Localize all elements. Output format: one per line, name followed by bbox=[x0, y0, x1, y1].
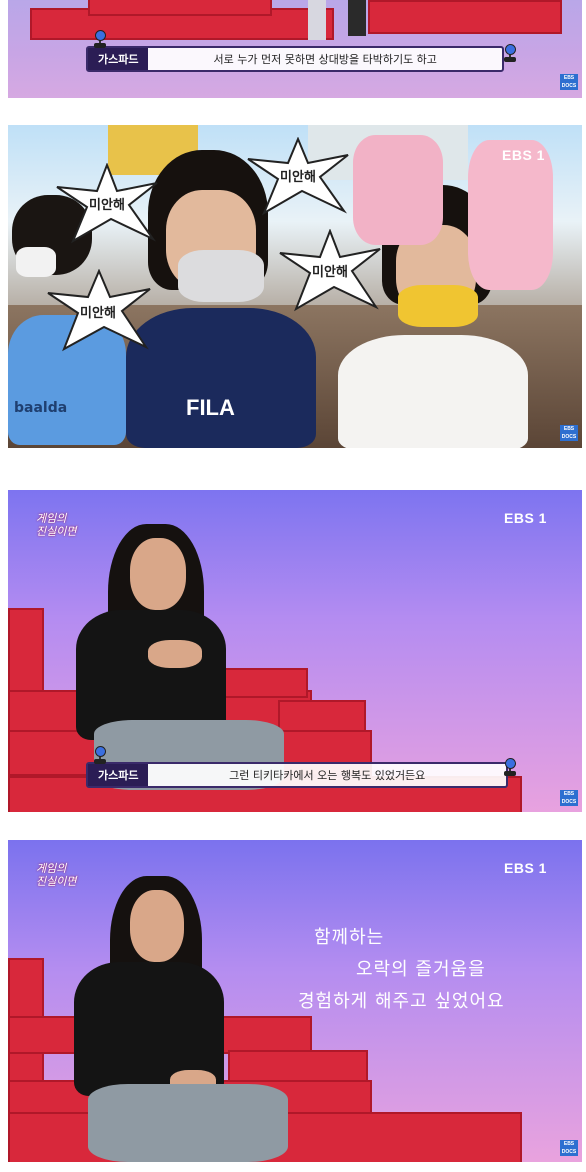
ebs-docs-watermark: EBS DOCS bbox=[560, 790, 578, 806]
joystick-icon bbox=[94, 746, 106, 764]
subtitle-text: 그런 티키타카에서 오는 행복도 있었거든요 bbox=[229, 769, 426, 782]
leg-left bbox=[308, 0, 326, 40]
ebs-logo: EBS 1 bbox=[504, 860, 547, 876]
subtitle-text: 서로 누가 먼저 못하면 상대방을 타박하기도 하고 bbox=[213, 53, 437, 66]
show-logo: 게임의 진실이면 bbox=[36, 862, 77, 888]
joystick-icon bbox=[504, 758, 516, 776]
joystick-icon bbox=[94, 30, 106, 48]
red-platform bbox=[228, 1050, 368, 1084]
subtitle-bar: 가스파드 서로 누가 먼저 못하면 상대방을 타박하기도 하고 bbox=[86, 46, 504, 72]
ebs-logo: EBS 1 bbox=[502, 147, 545, 163]
sticker-text: 미안해 bbox=[89, 198, 125, 213]
sticker-text: 미안해 bbox=[312, 265, 348, 280]
panel-3-frame: 게임의 진실이면 EBS 1 가스파드 그런 티키타카에서 오는 행복도 있었거든… bbox=[8, 490, 582, 812]
ebs-logo: EBS 1 bbox=[504, 510, 547, 526]
caption-line: 오락의 즐거움을 bbox=[356, 959, 486, 980]
sticker-text: 미안해 bbox=[280, 170, 316, 185]
speaker-name: 가스파드 bbox=[88, 48, 149, 70]
leg-right bbox=[348, 0, 366, 36]
subtitle-bar: 가스파드 그런 티키타카에서 오는 행복도 있었거든요 bbox=[86, 762, 508, 788]
shirt-logo: FILA bbox=[186, 395, 235, 420]
speaker-name: 가스파드 bbox=[88, 764, 149, 786]
caption-line: 함께하는 bbox=[314, 927, 385, 948]
ebs-docs-watermark: EBS DOCS bbox=[560, 425, 578, 441]
ebs-docs-watermark: EBS DOCS bbox=[560, 1140, 578, 1156]
panel-4-frame: 게임의 진실이면 EBS 1 함께하는 오락의 즐거움을 경험하게 해주고 싶었어… bbox=[8, 840, 582, 1162]
show-logo: 게임의 진실이면 bbox=[36, 512, 77, 538]
ebs-docs-watermark: EBS DOCS bbox=[560, 74, 578, 90]
panel-1-frame: 가스파드 서로 누가 먼저 못하면 상대방을 타박하기도 하고 EBS DOCS bbox=[8, 0, 582, 98]
sticker-text: 미안해 bbox=[80, 306, 116, 321]
red-platform bbox=[88, 0, 272, 16]
red-platform bbox=[278, 700, 366, 734]
caption-line: 경험하게 해주고 싶었어요 bbox=[298, 991, 505, 1012]
panel-2-frame: baalda FILA 미안해 미안해 미안해 미안해 EBS 1 EBS DOC… bbox=[8, 125, 582, 448]
red-platform bbox=[368, 0, 562, 34]
shirt-text: baalda bbox=[14, 400, 68, 416]
caption-overlay: 함께하는 오락의 즐거움을 경험하게 해주고 싶었어요 bbox=[278, 922, 548, 1018]
joystick-icon bbox=[504, 44, 516, 62]
